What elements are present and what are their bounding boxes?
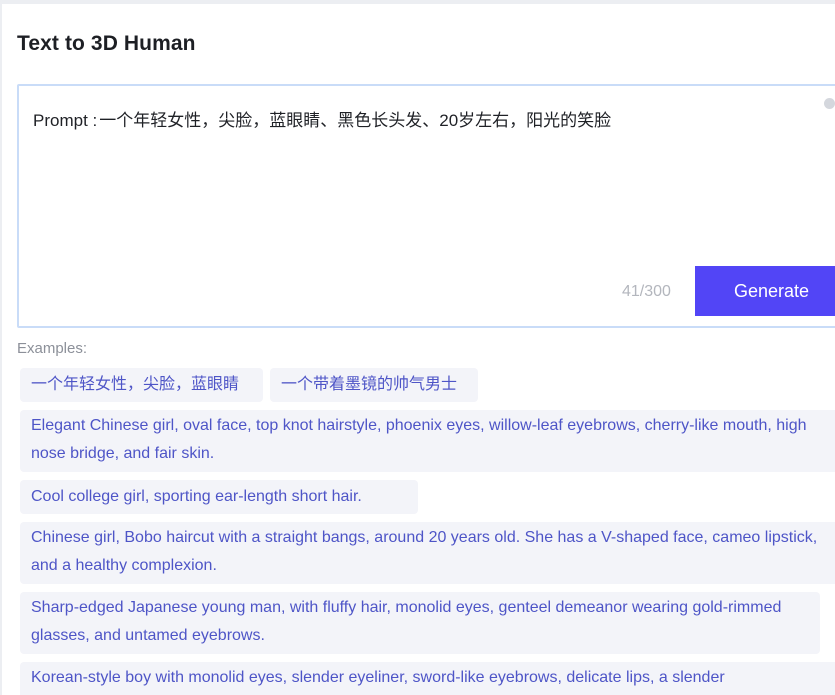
examples-label: Examples: (17, 340, 88, 357)
example-chip[interactable]: Cool college girl, sporting ear-length s… (20, 480, 418, 514)
example-chip[interactable]: Chinese girl, Bobo haircut with a straig… (20, 522, 835, 584)
prompt-value[interactable]: 一个年轻女性，尖脸，蓝眼睛、黑色长头发、20岁左右，阳光的笑脸 (99, 111, 611, 130)
example-chip[interactable]: Korean-style boy with monolid eyes, slen… (20, 662, 835, 695)
example-chip[interactable]: Elegant Chinese girl, oval face, top kno… (20, 410, 835, 472)
generate-button[interactable]: Generate (695, 266, 835, 316)
example-chip[interactable]: Sharp-edged Japanese young man, with flu… (20, 592, 820, 654)
scrollbar-thumb[interactable] (824, 98, 835, 109)
prompt-label: Prompt : (33, 111, 98, 130)
text-to-3d-panel: Text to 3D Human Prompt : 一个年轻女性，尖脸，蓝眼睛、黑… (0, 0, 835, 695)
character-counter: 41/300 (622, 283, 671, 300)
page-title: Text to 3D Human (17, 32, 196, 55)
prompt-content[interactable]: Prompt : 一个年轻女性，尖脸，蓝眼睛、黑色长头发、20岁左右，阳光的笑脸 (33, 106, 611, 131)
prompt-textarea[interactable]: Prompt : 一个年轻女性，尖脸，蓝眼睛、黑色长头发、20岁左右，阳光的笑脸 … (17, 84, 835, 328)
example-chip[interactable]: 一个带着墨镜的帅气男士 (270, 368, 478, 402)
example-chip[interactable]: 一个年轻女性，尖脸，蓝眼睛 (20, 368, 263, 402)
